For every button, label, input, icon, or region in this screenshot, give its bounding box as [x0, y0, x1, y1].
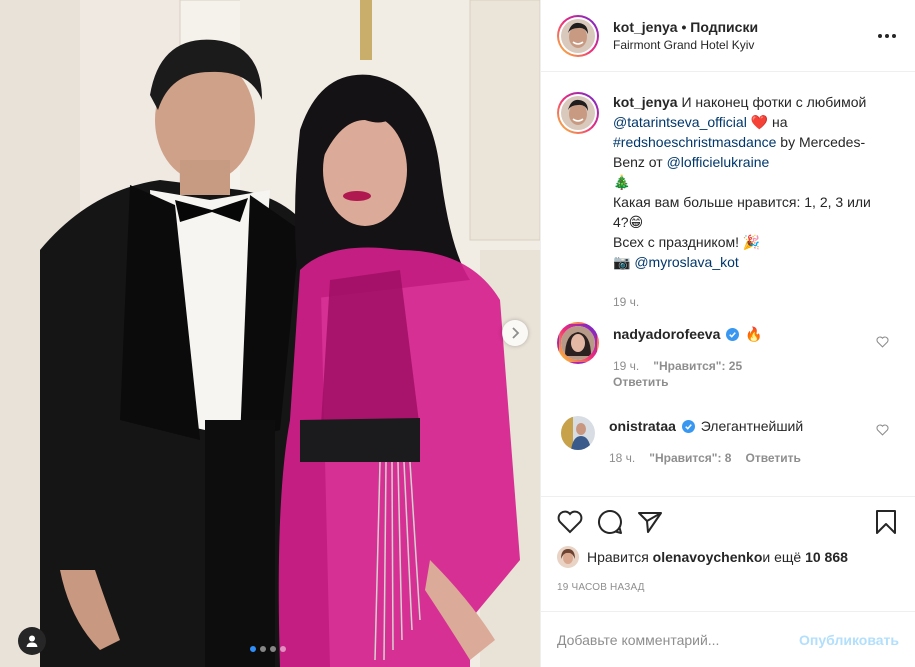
- carousel-dot: [270, 646, 276, 652]
- post-actions-bar: [541, 496, 915, 546]
- avatar-image: [561, 326, 595, 360]
- header-separator: •: [677, 18, 691, 35]
- avatar-image: [561, 96, 595, 130]
- party-emoji: 🎉: [742, 234, 761, 250]
- comment: nadyadorofeeva 🔥 19 ч. "Нравится": 25 От…: [557, 322, 899, 390]
- tagged-users-button[interactable]: [18, 627, 46, 655]
- likes-prefix: Нравится: [587, 549, 649, 565]
- send-icon: [638, 511, 662, 533]
- tree-emoji: 🎄: [613, 174, 631, 190]
- chevron-right-icon: [512, 327, 520, 339]
- more-horizontal-icon: [878, 33, 896, 38]
- like-comment-heart-icon[interactable]: [876, 336, 889, 348]
- bookmark-icon: [876, 509, 896, 534]
- caption-text: Всех с праздником!: [613, 234, 743, 250]
- comment-text: Элегантнейший: [700, 418, 804, 434]
- comments-section: kot_jenya И наконец фотки с любимой @tat…: [557, 92, 899, 466]
- caption-username[interactable]: kot_jenya: [613, 94, 678, 110]
- instagram-post-modal: kot_jenya • Подписки Fairmont Grand Hote…: [0, 0, 915, 667]
- commenter-avatar[interactable]: [561, 416, 595, 450]
- commenter-avatar[interactable]: [557, 322, 599, 364]
- add-comment-form: Опубликовать: [541, 611, 915, 667]
- author-avatar[interactable]: [557, 14, 599, 57]
- post-timestamp[interactable]: 19 ЧАСОВ НАЗАД: [557, 582, 645, 593]
- heart-icon: [557, 510, 583, 533]
- mention-link[interactable]: @tatarintseva_official: [613, 114, 747, 130]
- comment-likes[interactable]: "Нравится": 25: [653, 358, 742, 374]
- photo-illustration: [0, 0, 540, 667]
- likes-count[interactable]: 10 868: [805, 549, 848, 565]
- avatar-image: [561, 18, 595, 53]
- comment-username[interactable]: onistrataa: [609, 418, 676, 434]
- carousel-dot: [250, 646, 256, 652]
- next-photo-button[interactable]: [502, 320, 528, 346]
- more-options-button[interactable]: [875, 24, 899, 48]
- verified-badge-icon: [681, 420, 695, 433]
- likes-middle: и ещё: [762, 549, 802, 565]
- location-link[interactable]: Fairmont Grand Hotel Kyiv: [613, 36, 758, 54]
- liker-avatar[interactable]: [557, 546, 579, 568]
- user-icon: [26, 635, 38, 647]
- reply-button[interactable]: Ответить: [745, 450, 800, 466]
- comment-text: 🔥: [745, 326, 763, 342]
- comment-button[interactable]: [597, 502, 637, 542]
- avatar-image: [557, 546, 579, 568]
- publish-button[interactable]: Опубликовать: [799, 632, 899, 648]
- comment-input[interactable]: [557, 631, 800, 648]
- carousel-indicator: [250, 646, 286, 652]
- carousel-dot: [260, 646, 266, 652]
- caption-author-avatar[interactable]: [557, 92, 599, 134]
- caption-text: на: [768, 114, 788, 130]
- avatar-image: [561, 416, 595, 450]
- likes-summary: Нравится olenavoychenko и ещё 10 868: [557, 546, 899, 568]
- post-header: kot_jenya • Подписки Fairmont Grand Hote…: [541, 0, 915, 72]
- comment-time[interactable]: 19 ч.: [613, 358, 639, 374]
- following-button[interactable]: Подписки: [690, 19, 758, 35]
- mention-link[interactable]: @lofficielukraine: [667, 154, 770, 170]
- caption-text: Какая вам больше нравится: 1, 2, 3 или 4…: [613, 194, 871, 230]
- comment-time[interactable]: 18 ч.: [609, 450, 635, 466]
- post-photo[interactable]: [0, 0, 540, 667]
- post-caption: kot_jenya И наконец фотки с любимой @tat…: [557, 92, 899, 310]
- post-side-panel: kot_jenya • Подписки Fairmont Grand Hote…: [540, 0, 915, 667]
- caption-text: И наконец фотки с любимой: [677, 94, 867, 110]
- camera-emoji: 📷: [613, 254, 631, 270]
- comment: onistrataa Элегантнейший 18 ч. "Нравится…: [557, 416, 899, 466]
- mention-link[interactable]: @myroslava_kot: [634, 254, 738, 270]
- carousel-dot: [280, 646, 286, 652]
- heart-emoji: ❤️: [750, 114, 769, 130]
- liker-username[interactable]: olenavoychenko: [653, 549, 763, 565]
- like-comment-heart-icon[interactable]: [876, 424, 889, 436]
- caption-time[interactable]: 19 ч.: [613, 294, 639, 310]
- share-button[interactable]: [637, 502, 677, 542]
- reply-button[interactable]: Ответить: [613, 374, 763, 390]
- verified-badge-icon: [726, 328, 740, 341]
- hashtag-link[interactable]: #redshoeschristmasdance: [613, 134, 776, 150]
- comment-username[interactable]: nadyadorofeeva: [613, 326, 720, 342]
- comment-icon: [598, 509, 622, 534]
- comment-likes[interactable]: "Нравится": 8: [649, 450, 731, 466]
- save-button[interactable]: [875, 502, 899, 542]
- grin-emoji: 😁: [628, 214, 644, 230]
- author-username[interactable]: kot_jenya: [613, 19, 678, 35]
- like-button[interactable]: [557, 502, 597, 542]
